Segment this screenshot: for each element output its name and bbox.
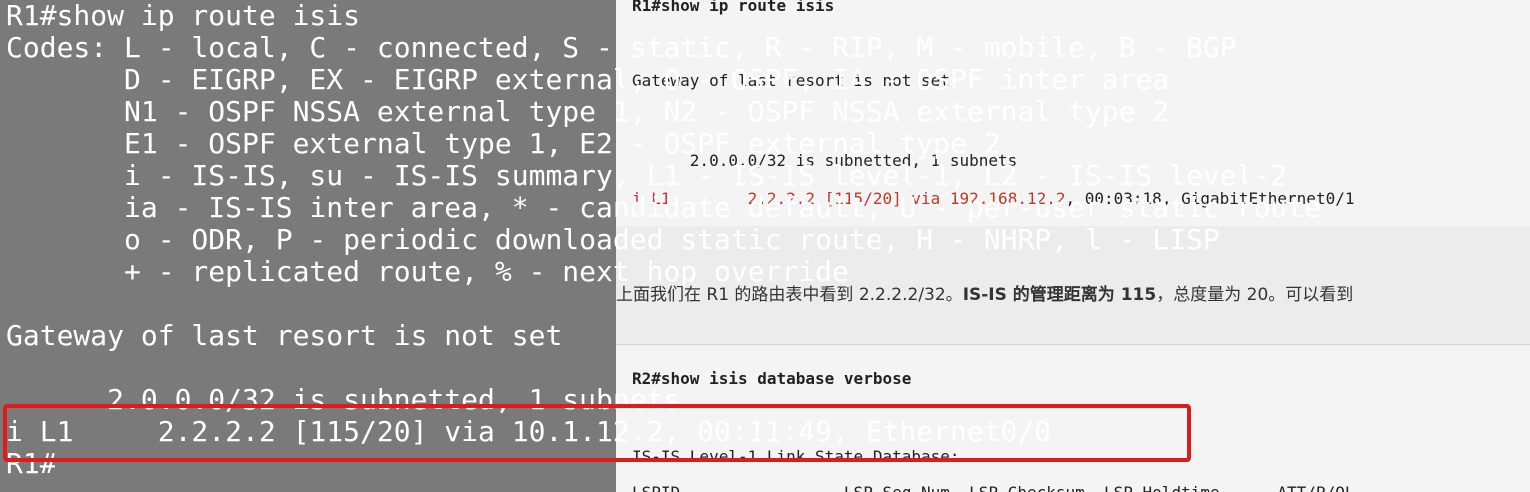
paragraph-text-after: ，总度量为 20。可以看到 <box>1156 285 1354 305</box>
route-next-hop: 192.168.12.2 <box>949 189 1066 208</box>
code-line-route-entry: i L1 2.2.2.2 [115/20] via 192.168.12.2, … <box>632 190 1354 208</box>
highlight-box <box>3 404 1191 462</box>
paragraph-text-bold: IS-IS 的管理距离为 115 <box>962 285 1157 305</box>
code-line-gateway: Gateway of last resort is not set <box>632 71 950 90</box>
route-suffix: , 00:03:18, GigabitEthernet0/1 <box>1065 189 1355 208</box>
code-line-command: R1#show ip route isis <box>632 0 835 15</box>
paragraph-text-before: 上面我们在 R1 的路由表中看到 2.2.2.2/32。 <box>616 285 963 305</box>
divider <box>616 344 1530 345</box>
terminal-line: Gateway of last resort is not set <box>6 319 563 352</box>
route-prefix: i L1 2.2.2.2 [115/20] via <box>632 189 950 208</box>
code-line-subnetted: 2.0.0.0/32 is subnetted, 1 subnets <box>632 151 1018 170</box>
article-paragraph: 上面我们在 R1 的路由表中看到 2.2.2.2/32。IS-IS 的管理距离为… <box>616 280 1353 305</box>
code-line-header: LSPID LSP Seq Num LSP Checksum LSP Holdt… <box>632 484 1354 492</box>
terminal-line: R1#show ip route isis <box>6 0 361 32</box>
screenshot-stage: R1#show ip route isis Gateway of last re… <box>0 0 1530 492</box>
code-block-route-table: R1#show ip route isis Gateway of last re… <box>616 0 1530 226</box>
code-line-command: R2#show isis database verbose <box>632 369 912 388</box>
